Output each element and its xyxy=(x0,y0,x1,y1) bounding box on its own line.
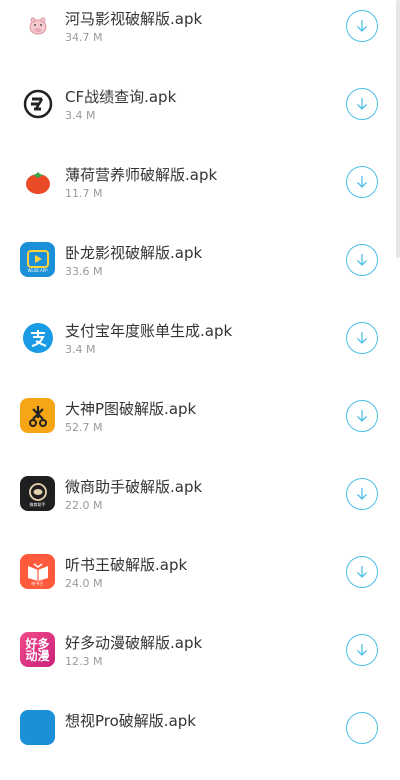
app-name: 微商助手破解版.apk xyxy=(65,478,203,496)
play-icon xyxy=(20,710,55,745)
scissors-icon xyxy=(20,398,55,433)
download-button[interactable] xyxy=(346,478,378,510)
cf-logo-icon xyxy=(20,86,55,121)
download-arrow-icon xyxy=(357,20,367,32)
icon-caption: WL08.APP xyxy=(27,267,48,273)
download-button[interactable] xyxy=(346,166,378,198)
download-arrow-icon xyxy=(357,98,367,110)
list-item[interactable]: WL08.APP 卧龙影视破解版.apk 33.6 M xyxy=(0,234,400,312)
app-name: 卧龙影视破解版.apk xyxy=(65,244,203,262)
list-item[interactable]: CF战绩查询.apk 3.4 M xyxy=(0,78,400,156)
hippo-icon xyxy=(20,8,55,43)
app-size: 33.6 M xyxy=(65,265,103,278)
app-size: 3.4 M xyxy=(65,343,96,356)
download-button[interactable] xyxy=(346,712,378,744)
app-name: 薄荷营养师破解版.apk xyxy=(65,166,218,184)
list-item[interactable]: 微商助手 微商助手破解版.apk 22.0 M xyxy=(0,468,400,546)
download-arrow-icon xyxy=(357,488,367,500)
app-size: 12.3 M xyxy=(65,655,103,668)
icon-caption: 微商助手 xyxy=(29,501,46,507)
app-size: 11.7 M xyxy=(65,187,103,200)
download-arrow-icon xyxy=(357,176,367,188)
scrollbar[interactable] xyxy=(396,0,400,258)
app-name: 支付宝年度账单生成.apk xyxy=(65,322,233,340)
app-size: 22.0 M xyxy=(65,499,103,512)
app-size: 3.4 M xyxy=(65,109,96,122)
download-arrow-icon xyxy=(357,566,367,578)
icon-caption: 听书王 xyxy=(31,580,44,586)
download-button[interactable] xyxy=(346,10,378,42)
app-size: 24.0 M xyxy=(65,577,103,590)
download-button[interactable] xyxy=(346,244,378,276)
list-item[interactable]: 大神P图破解版.apk 52.7 M xyxy=(0,390,400,468)
download-arrow-icon xyxy=(357,254,367,266)
icon-caption: 好多动漫 xyxy=(25,636,50,663)
app-name: 想视Pro破解版.apk xyxy=(65,712,196,730)
app-name: 好多动漫破解版.apk xyxy=(65,634,203,652)
app-name: 河马影视破解版.apk xyxy=(65,10,203,28)
app-name: CF战绩查询.apk xyxy=(65,88,177,106)
download-arrow-icon xyxy=(357,410,367,422)
list-item[interactable]: 想视Pro破解版.apk xyxy=(0,702,400,780)
book-icon: 听书王 xyxy=(20,554,55,589)
list-item[interactable]: 河马影视破解版.apk 34.7 M xyxy=(0,0,400,78)
wechat-assistant-icon: 微商助手 xyxy=(20,476,55,511)
download-button[interactable] xyxy=(346,88,378,120)
alipay-icon xyxy=(20,320,55,355)
download-arrow-icon xyxy=(357,332,367,344)
download-arrow-icon xyxy=(357,644,367,656)
download-button[interactable] xyxy=(346,556,378,588)
app-size: 52.7 M xyxy=(65,421,103,434)
list-item[interactable]: 好多动漫 好多动漫破解版.apk 12.3 M xyxy=(0,624,400,702)
download-button[interactable] xyxy=(346,400,378,432)
download-button[interactable] xyxy=(346,322,378,354)
app-name: 听书王破解版.apk xyxy=(65,556,188,574)
list-item[interactable]: 支付宝年度账单生成.apk 3.4 M xyxy=(0,312,400,390)
app-name: 大神P图破解版.apk xyxy=(65,400,197,418)
play-icon: WL08.APP xyxy=(20,242,55,277)
list-item[interactable]: 听书王 听书王破解版.apk 24.0 M xyxy=(0,546,400,624)
download-button[interactable] xyxy=(346,634,378,666)
list-item[interactable]: 薄荷营养师破解版.apk 11.7 M xyxy=(0,156,400,234)
tomato-icon xyxy=(20,164,55,199)
app-size: 34.7 M xyxy=(65,31,103,44)
anime-icon: 好多动漫 xyxy=(20,632,55,667)
